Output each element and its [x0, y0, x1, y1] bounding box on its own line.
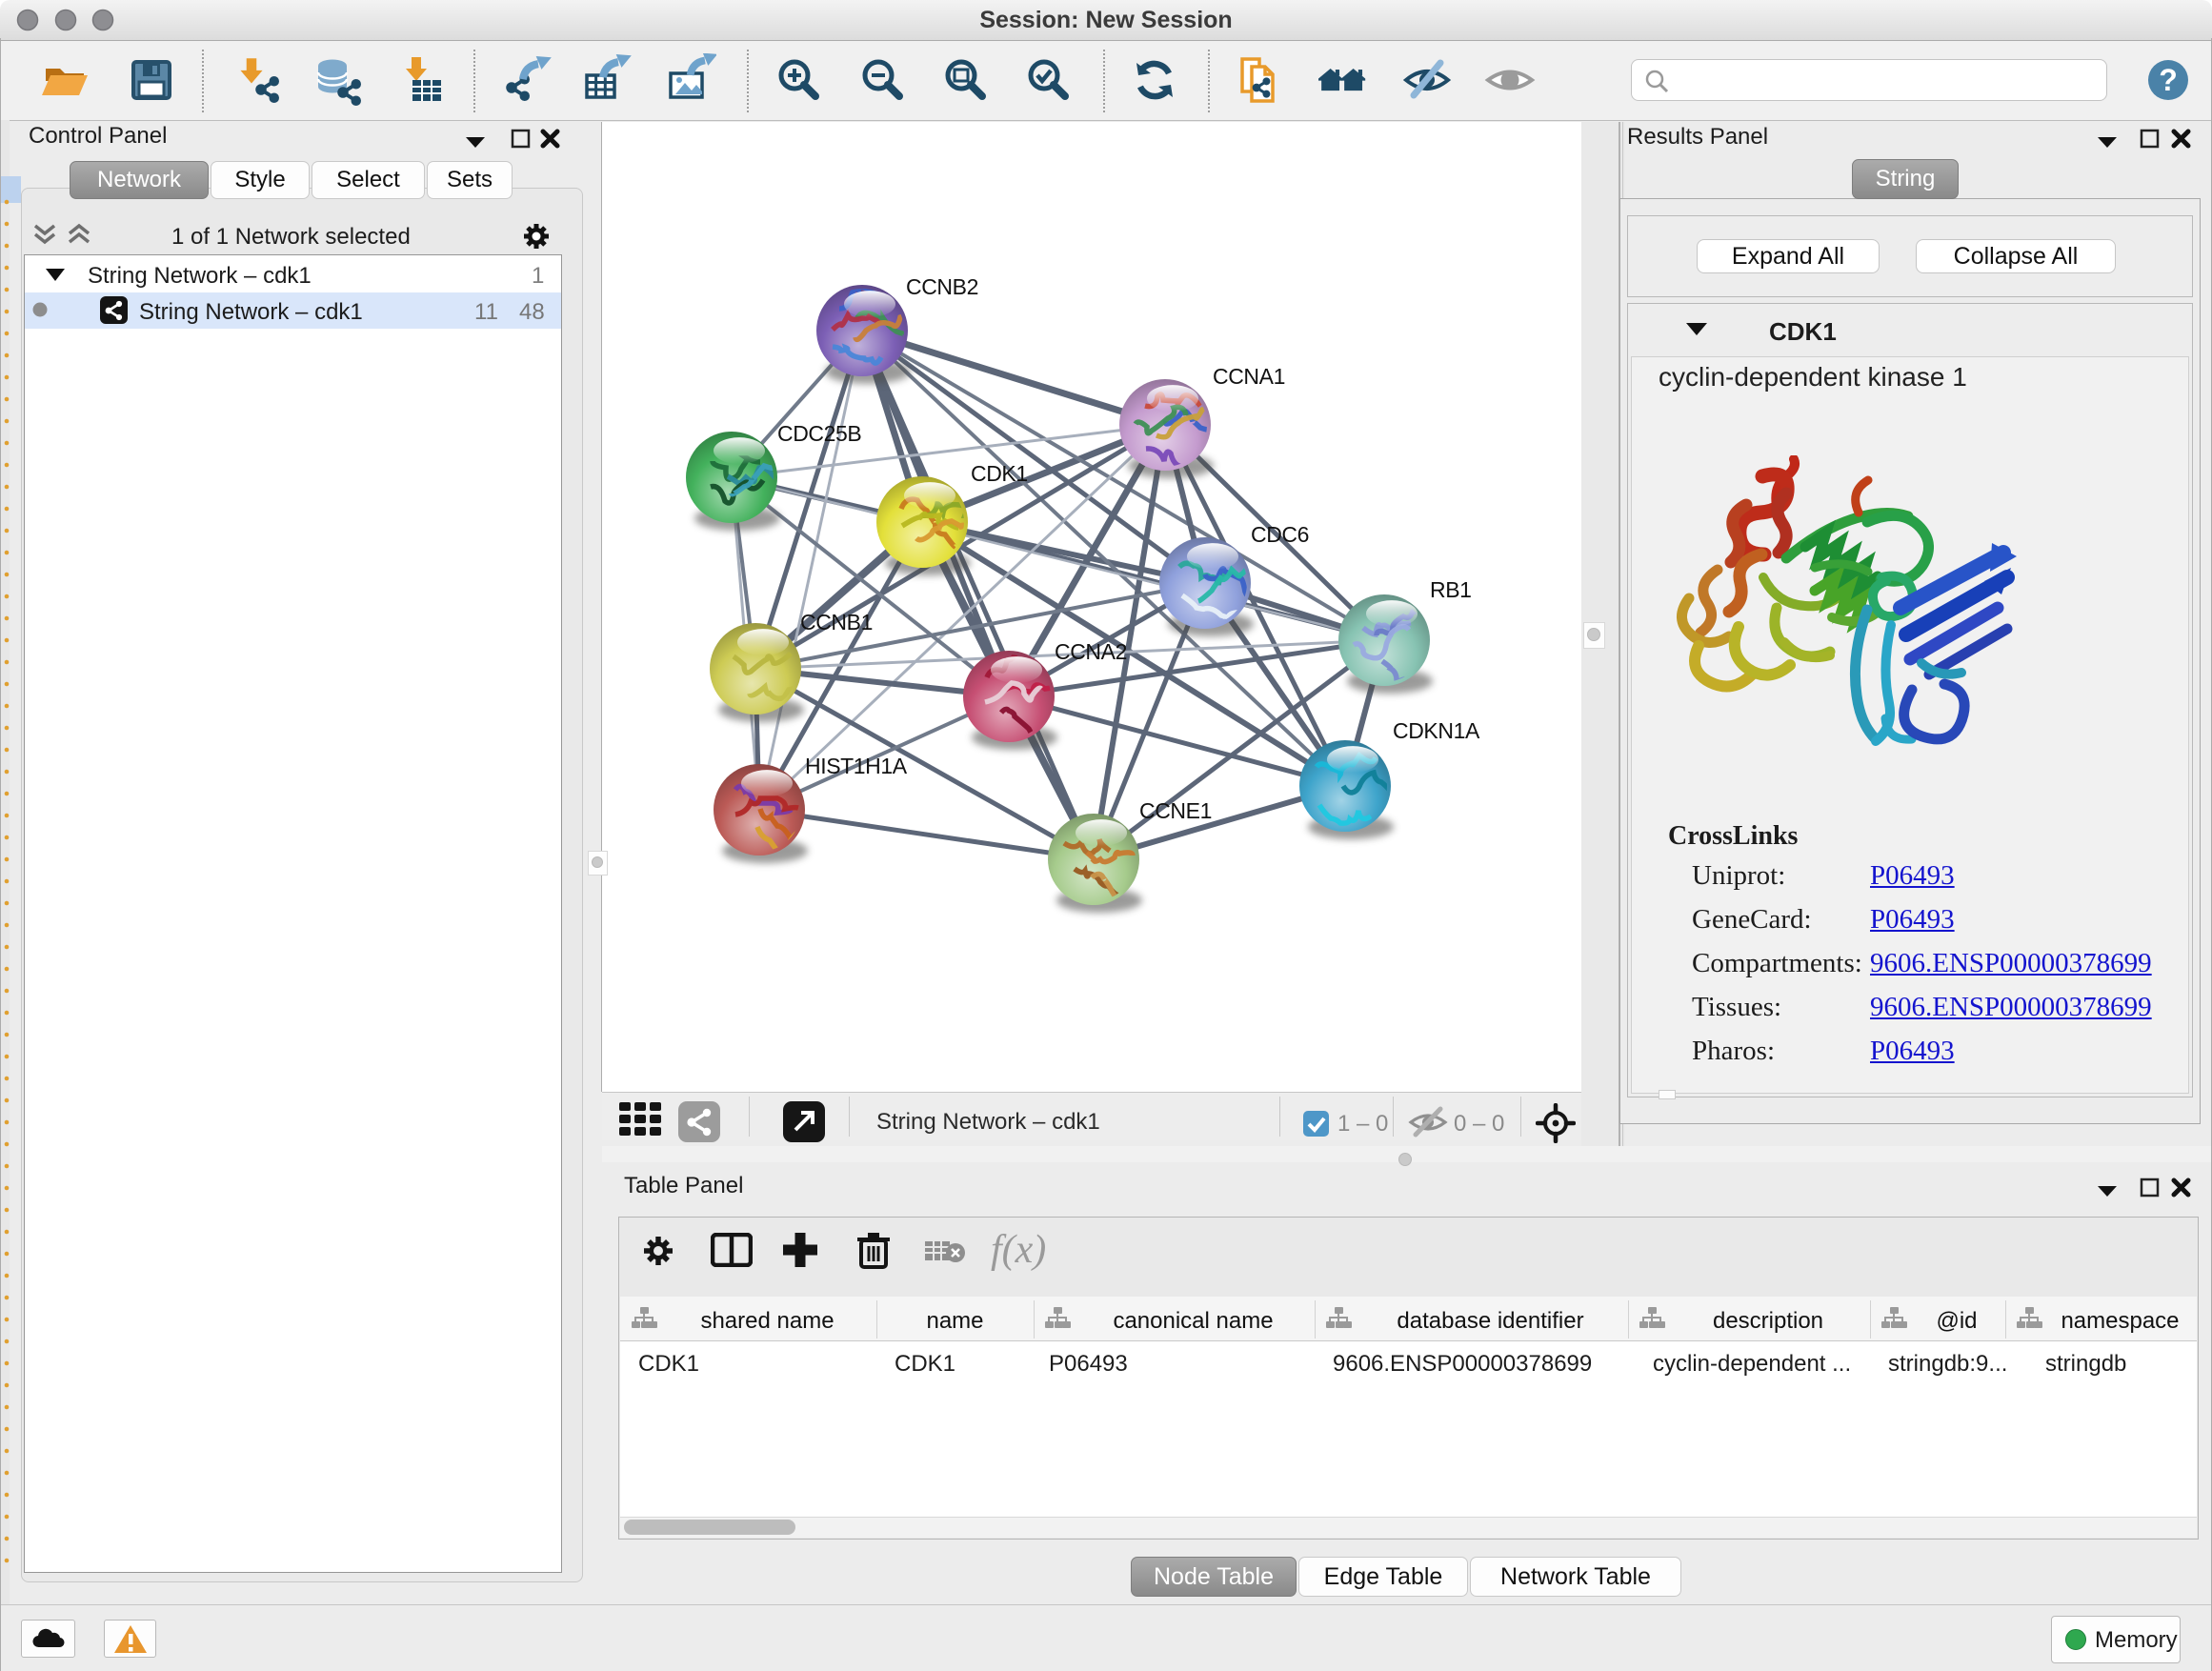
svg-text:CDKN1A: CDKN1A [1393, 718, 1480, 743]
svg-text:?: ? [2159, 63, 2178, 97]
svg-text:CCNA1: CCNA1 [1213, 364, 1285, 389]
svg-text:CCNA2: CCNA2 [1055, 639, 1127, 664]
svg-text:CCNB1: CCNB1 [800, 610, 873, 634]
svg-text:CDC6: CDC6 [1251, 522, 1309, 547]
svg-text:CCNE1: CCNE1 [1139, 798, 1212, 823]
svg-text:CDK1: CDK1 [971, 461, 1028, 486]
svg-text:CDC25B: CDC25B [777, 421, 861, 446]
svg-text:RB1: RB1 [1430, 577, 1472, 602]
svg-text:HIST1H1A: HIST1H1A [805, 754, 908, 778]
svg-text:CCNB2: CCNB2 [906, 274, 978, 299]
